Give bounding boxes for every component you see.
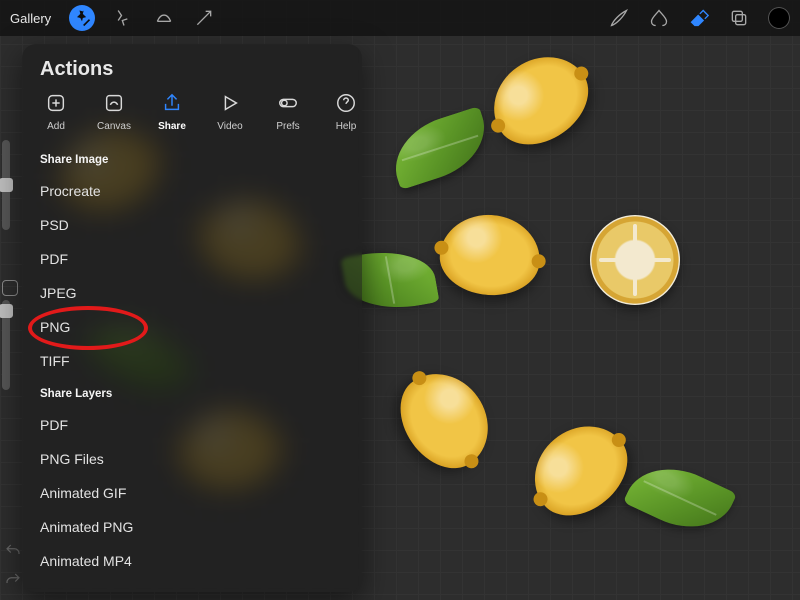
share-item-jpeg[interactable]: JPEG [22, 276, 362, 310]
lemon [384, 356, 507, 484]
share-layers-agif[interactable]: Animated GIF [22, 476, 362, 510]
tab-label: Prefs [264, 121, 312, 132]
share-list: Share Image Procreate PSD PDF JPEG PNG T… [22, 142, 362, 588]
actions-popover: Actions Add Canvas Share Video Prefs [22, 44, 362, 592]
share-layers-apng[interactable]: Animated PNG [22, 510, 362, 544]
top-toolbar: Gallery [0, 0, 800, 36]
brush-button[interactable] [608, 7, 630, 29]
adjustments-button[interactable] [113, 7, 135, 29]
prefs-icon [274, 89, 302, 117]
video-icon [216, 89, 244, 117]
actions-button[interactable] [69, 5, 95, 31]
tab-canvas[interactable]: Canvas [90, 89, 138, 132]
actions-tabs: Add Canvas Share Video Prefs Help [22, 89, 362, 142]
share-layers-amp4[interactable]: Animated MP4 [22, 544, 362, 578]
undo-button[interactable] [4, 542, 22, 565]
lemon [437, 211, 544, 299]
tab-add[interactable]: Add [32, 89, 80, 132]
share-item-psd[interactable]: PSD [22, 208, 362, 242]
brush-size-slider[interactable] [2, 140, 10, 230]
share-layers-pdf[interactable]: PDF [22, 408, 362, 442]
selection-button[interactable] [153, 7, 175, 29]
tab-label: Share [148, 121, 196, 132]
tab-label: Video [206, 121, 254, 132]
lemon [476, 39, 604, 162]
smudge-button[interactable] [648, 7, 670, 29]
transform-button[interactable] [193, 7, 215, 29]
share-item-tiff[interactable]: TIFF [22, 344, 362, 378]
redo-button[interactable] [4, 571, 22, 594]
tab-label: Help [322, 121, 362, 132]
layers-button[interactable] [728, 7, 750, 29]
share-layers-pngfiles[interactable]: PNG Files [22, 442, 362, 476]
tab-label: Add [32, 121, 80, 132]
share-item-pdf[interactable]: PDF [22, 242, 362, 276]
canvas-icon [100, 89, 128, 117]
side-toggle[interactable] [2, 280, 18, 296]
tab-video[interactable]: Video [206, 89, 254, 132]
help-icon [332, 89, 360, 117]
section-header: Share Image [22, 144, 362, 174]
eraser-button[interactable] [688, 7, 710, 29]
leaf [623, 451, 737, 544]
leaf [384, 106, 496, 190]
color-well[interactable] [768, 7, 790, 29]
lemon [516, 407, 644, 533]
tab-prefs[interactable]: Prefs [264, 89, 312, 132]
tab-label: Canvas [90, 121, 138, 132]
popover-title: Actions [22, 44, 362, 89]
share-item-png[interactable]: PNG [22, 310, 362, 344]
opacity-slider[interactable] [2, 300, 10, 390]
share-item-procreate[interactable]: Procreate [22, 174, 362, 208]
undo-redo-group [4, 542, 22, 594]
tab-share[interactable]: Share [148, 89, 196, 132]
add-icon [42, 89, 70, 117]
section-header: Share Layers [22, 378, 362, 408]
lemon-half [590, 215, 680, 305]
tab-help[interactable]: Help [322, 89, 362, 132]
gallery-button[interactable]: Gallery [10, 11, 51, 26]
share-icon [158, 89, 186, 117]
